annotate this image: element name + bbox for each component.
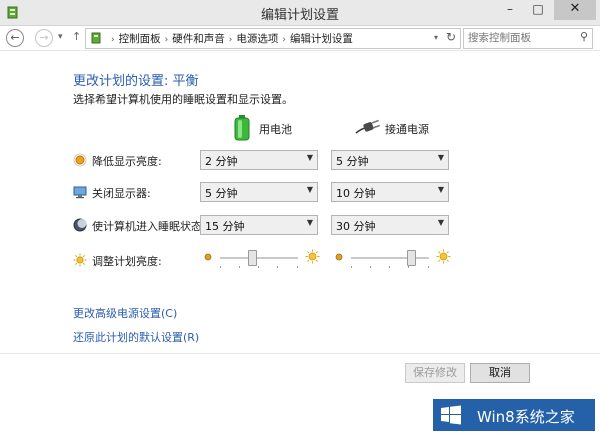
turn-off-display-battery-select[interactable]: 5 分钟 ▼ bbox=[200, 182, 318, 202]
moon-icon bbox=[73, 218, 87, 232]
slider-track bbox=[220, 257, 298, 259]
recent-locations-dropdown[interactable]: ▾ bbox=[58, 32, 63, 42]
chevron-down-icon: ▼ bbox=[437, 185, 444, 194]
battery-icon bbox=[234, 115, 250, 141]
slider-thumb[interactable] bbox=[248, 250, 258, 266]
sun-icon bbox=[73, 253, 87, 267]
advanced-power-settings-link[interactable]: 更改高级电源设置(C) bbox=[73, 305, 177, 321]
page-title: 更改计划的设置: 平衡 bbox=[73, 74, 199, 89]
watermark-text: Win8系统之家 bbox=[477, 408, 575, 426]
chevron-down-icon: ▼ bbox=[306, 153, 313, 162]
dim-sun-icon bbox=[204, 253, 212, 261]
monitor-icon bbox=[73, 186, 87, 199]
bright-sun-icon bbox=[305, 249, 320, 264]
watermark-badge: Win8系统之家 bbox=[433, 399, 595, 431]
selected-value: 15 分钟 bbox=[205, 220, 245, 233]
selected-value: 30 分钟 bbox=[336, 220, 376, 233]
slider-track bbox=[351, 257, 429, 259]
slider-ticks bbox=[351, 266, 429, 268]
maximize-button[interactable]: □ bbox=[524, 0, 552, 20]
power-plug-icon bbox=[355, 119, 380, 134]
search-icon[interactable]: ⚲ bbox=[580, 30, 588, 43]
minimize-button[interactable]: – bbox=[496, 0, 524, 20]
setting-label: 关闭显示器: bbox=[92, 187, 151, 200]
sleep-plugged-select[interactable]: 30 分钟 ▼ bbox=[331, 215, 449, 235]
setting-row-sleep: 使计算机进入睡眠状态: 15 分钟 ▼ 30 分钟 ▼ bbox=[73, 215, 453, 235]
dim-sun-icon bbox=[335, 253, 343, 261]
setting-row-brightness: 调整计划亮度: bbox=[73, 248, 453, 270]
footer-divider bbox=[0, 353, 600, 354]
save-button[interactable]: 保存修改 bbox=[405, 363, 465, 383]
breadcrumb-separator[interactable]: › bbox=[165, 35, 169, 45]
up-button[interactable]: ↑ bbox=[72, 30, 81, 43]
windows-logo-icon bbox=[441, 405, 461, 425]
selected-value: 2 分钟 bbox=[205, 155, 238, 168]
title-bar: 编辑计划设置 – □ ✕ bbox=[0, 0, 600, 26]
dim-display-plugged-select[interactable]: 5 分钟 ▼ bbox=[331, 150, 449, 170]
setting-label: 降低显示亮度: bbox=[92, 155, 162, 168]
plugged-column-label: 接通电源 bbox=[385, 123, 429, 136]
slider-ticks bbox=[220, 266, 298, 268]
restore-defaults-link[interactable]: 还原此计划的默认设置(R) bbox=[73, 329, 199, 345]
chevron-down-icon: ▼ bbox=[437, 153, 444, 162]
bright-sun-icon bbox=[436, 249, 451, 264]
breadcrumb-item-edit-plan[interactable]: 编辑计划设置 bbox=[290, 33, 353, 45]
breadcrumb-item-hardware-sound[interactable]: 硬件和声音 bbox=[172, 33, 225, 45]
breadcrumb-item-power-options[interactable]: 电源选项 bbox=[236, 33, 278, 45]
page-description: 选择希望计算机使用的睡眠设置和显示设置。 bbox=[73, 93, 293, 106]
breadcrumb: › 控制面板 › 硬件和声音 › 电源选项 › 编辑计划设置 bbox=[107, 31, 353, 46]
breadcrumb-separator[interactable]: › bbox=[229, 35, 233, 45]
setting-label: 使计算机进入睡眠状态: bbox=[92, 220, 206, 233]
close-button[interactable]: ✕ bbox=[554, 0, 596, 20]
chevron-down-icon: ▼ bbox=[306, 185, 313, 194]
setting-row-dim-display: 降低显示亮度: 2 分钟 ▼ 5 分钟 ▼ bbox=[73, 150, 453, 170]
setting-row-turn-off-display: 关闭显示器: 5 分钟 ▼ 10 分钟 ▼ bbox=[73, 182, 453, 202]
breadcrumb-separator[interactable]: › bbox=[282, 35, 286, 45]
search-input[interactable] bbox=[468, 30, 568, 45]
sleep-battery-select[interactable]: 15 分钟 ▼ bbox=[200, 215, 318, 235]
dim-display-battery-select[interactable]: 2 分钟 ▼ bbox=[200, 150, 318, 170]
brightness-battery-slider[interactable] bbox=[200, 248, 322, 270]
slider-thumb[interactable] bbox=[407, 250, 417, 266]
setting-label: 调整计划亮度: bbox=[92, 255, 162, 268]
chevron-down-icon: ▼ bbox=[306, 218, 313, 227]
selected-value: 5 分钟 bbox=[205, 187, 238, 200]
navigation-bar: ← → ▾ ↑ ›控制面板›硬件和声音›电源选项›编辑计划设置 ▾ ↻ ⚲ bbox=[0, 26, 600, 51]
breadcrumb-item-control-panel[interactable]: 控制面板 bbox=[119, 33, 161, 45]
brightness-plugged-slider[interactable] bbox=[331, 248, 453, 270]
selected-value: 5 分钟 bbox=[336, 155, 369, 168]
chevron-down-icon: ▼ bbox=[437, 218, 444, 227]
refresh-button[interactable]: ↻ bbox=[446, 30, 456, 44]
cancel-button[interactable]: 取消 bbox=[470, 363, 530, 383]
turn-off-display-plugged-select[interactable]: 10 分钟 ▼ bbox=[331, 182, 449, 202]
breadcrumb-separator: › bbox=[111, 35, 115, 45]
search-box[interactable]: ⚲ bbox=[463, 28, 593, 49]
address-bar[interactable]: › 控制面板 › 硬件和声音 › 电源选项 › 编辑计划设置 ▾ ↻ bbox=[85, 28, 461, 49]
battery-column-label: 用电池 bbox=[259, 123, 292, 136]
control-panel-icon bbox=[91, 32, 101, 44]
back-button[interactable]: ← bbox=[6, 29, 24, 47]
forward-button[interactable]: → bbox=[35, 29, 53, 47]
selected-value: 10 分钟 bbox=[336, 187, 376, 200]
dim-display-icon bbox=[73, 153, 87, 167]
address-dropdown-button[interactable]: ▾ bbox=[434, 33, 438, 42]
